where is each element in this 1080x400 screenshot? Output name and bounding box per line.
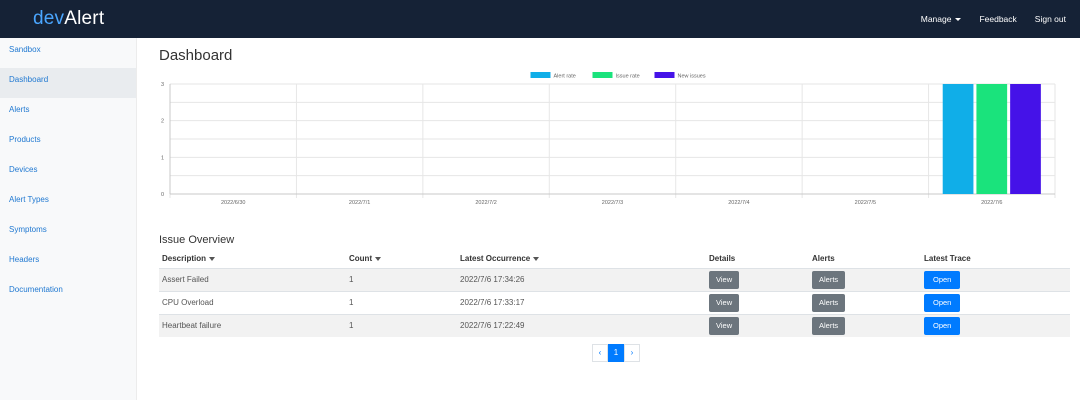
chart-bar	[976, 84, 1008, 194]
header-description[interactable]: Description	[159, 250, 346, 269]
alerts-button[interactable]: Alerts	[812, 316, 846, 335]
cell-latest-trace: Open	[921, 313, 1070, 337]
manage-label: Manage	[920, 14, 952, 24]
open-trace-button[interactable]: Open	[924, 293, 961, 312]
chart-bar	[1010, 84, 1041, 194]
dashboard-chart: 0 1 2 3 2022/6/30 2022/7/1 2022/7/2 2022/7/3 202…	[139, 69, 1070, 214]
feedback-link[interactable]: Feedback	[979, 14, 1016, 24]
cell-alerts: Alerts	[809, 290, 921, 314]
chart-svg: 0 1 2 3 2022/6/30 2022/7/1 2022/7/2 2022/7/3 202…	[161, 72, 1056, 206]
brand-alert-text: Alert	[64, 8, 105, 29]
sidebar-item-sandbox[interactable]: Sandbox	[0, 38, 136, 68]
sidebar-item-products[interactable]: Products	[0, 128, 136, 158]
chart-legend-swatch	[530, 72, 551, 78]
chart-y-tick-label: 3	[161, 82, 164, 88]
cell-details: View	[706, 290, 809, 314]
cell-latest-occurrence: 2022/7/6 17:33:17	[457, 290, 706, 314]
sidebar-item-headers[interactable]: Headers	[0, 248, 136, 278]
chart-y-tick-label: 0	[161, 192, 164, 198]
sidebar-item-documentation[interactable]: Documentation	[0, 278, 136, 308]
alerts-button[interactable]: Alerts	[812, 270, 846, 289]
header-count-label: Count	[349, 254, 373, 264]
open-trace-button[interactable]: Open	[924, 316, 961, 335]
cell-latest-occurrence: 2022/7/6 17:22:49	[457, 313, 706, 337]
manage-dropdown[interactable]: Manage	[921, 14, 962, 24]
table-row: Assert Failed 1 2022/7/6 17:34:26 View A…	[159, 267, 1070, 291]
view-button[interactable]: View	[709, 316, 740, 335]
sidebar: Sandbox Dashboard Alerts Products Device…	[0, 38, 137, 400]
chart-x-tick-label: 2022/7/3	[602, 200, 623, 206]
chart-x-tick-label: 2022/7/2	[475, 200, 496, 206]
header-description-label: Description	[162, 254, 207, 264]
cell-count: 1	[346, 313, 457, 337]
chart-legend-swatch	[592, 72, 613, 78]
cell-alerts: Alerts	[809, 313, 921, 337]
cell-details: View	[706, 267, 809, 291]
cell-details: View	[706, 313, 809, 337]
issue-overview-title: Issue Overview	[159, 234, 235, 246]
cell-description: Heartbeat failure	[159, 313, 346, 337]
chart-legend-label: Issue rate	[616, 73, 640, 79]
view-button[interactable]: View	[709, 293, 740, 312]
sort-down-icon	[375, 257, 382, 262]
header-count[interactable]: Count	[346, 250, 457, 269]
chart-y-tick-label: 1	[161, 155, 164, 161]
sidebar-item-symptoms[interactable]: Symptoms	[0, 218, 136, 248]
top-navbar: devAlert Manage Feedback Sign out	[0, 0, 1080, 38]
pagination-prev[interactable]: ‹	[592, 344, 608, 362]
pagination: ‹ 1 ›	[592, 344, 640, 362]
open-trace-button[interactable]: Open	[924, 270, 961, 289]
cell-description: Assert Failed	[159, 267, 346, 291]
cell-count: 1	[346, 267, 457, 291]
table-row: Heartbeat failure 1 2022/7/6 17:22:49 Vi…	[159, 313, 1070, 337]
header-alerts: Alerts	[809, 250, 921, 269]
sort-down-icon	[533, 257, 540, 262]
cell-alerts: Alerts	[809, 267, 921, 291]
chart-legend-label: Alert rate	[554, 73, 576, 79]
chart-x-tick-label: 2022/7/5	[855, 200, 876, 206]
sidebar-item-dashboard[interactable]: Dashboard	[0, 68, 136, 98]
navbar-right: Manage Feedback Sign out	[921, 0, 1080, 38]
chart-x-tick-label: 2022/7/1	[349, 200, 370, 206]
sidebar-item-alerts[interactable]: Alerts	[0, 98, 136, 128]
sign-out-link[interactable]: Sign out	[1035, 14, 1066, 24]
header-latest-occurrence-label: Latest Occurrence	[460, 254, 531, 264]
cell-latest-occurrence: 2022/7/6 17:34:26	[457, 267, 706, 291]
chart-x-tick-label: 2022/6/30	[221, 200, 245, 206]
sort-down-icon	[209, 257, 216, 262]
header-details: Details	[706, 250, 809, 269]
cell-latest-trace: Open	[921, 290, 1070, 314]
chart-x-tick-label: 2022/7/4	[728, 200, 749, 206]
alerts-button[interactable]: Alerts	[812, 293, 846, 312]
header-latest-occurrence[interactable]: Latest Occurrence	[457, 250, 706, 269]
view-button[interactable]: View	[709, 270, 740, 289]
cell-latest-trace: Open	[921, 267, 1070, 291]
chart-legend-swatch	[654, 72, 675, 78]
chart-bar	[942, 84, 974, 194]
table-header-row: Description Count Latest Occurrence Deta…	[159, 250, 1070, 269]
chart-legend-label: New issues	[678, 73, 706, 79]
brand-logo[interactable]: devAlert	[33, 8, 104, 30]
chart-x-tick-label: 2022/7/6	[981, 200, 1002, 206]
header-latest-trace: Latest Trace	[921, 250, 1070, 269]
chart-y-tick-label: 2	[161, 119, 164, 125]
caret-down-icon	[955, 18, 962, 22]
pagination-next[interactable]: ›	[624, 344, 640, 362]
sidebar-item-devices[interactable]: Devices	[0, 158, 136, 188]
pagination-page-1[interactable]: 1	[608, 344, 624, 362]
issues-table: Description Count Latest Occurrence Deta…	[159, 250, 1070, 337]
cell-count: 1	[346, 290, 457, 314]
brand-dev-text: dev	[33, 8, 65, 29]
sidebar-item-alert-types[interactable]: Alert Types	[0, 188, 136, 218]
cell-description: CPU Overload	[159, 290, 346, 314]
page-title: Dashboard	[159, 47, 233, 64]
table-row: CPU Overload 1 2022/7/6 17:33:17 View Al…	[159, 290, 1070, 314]
